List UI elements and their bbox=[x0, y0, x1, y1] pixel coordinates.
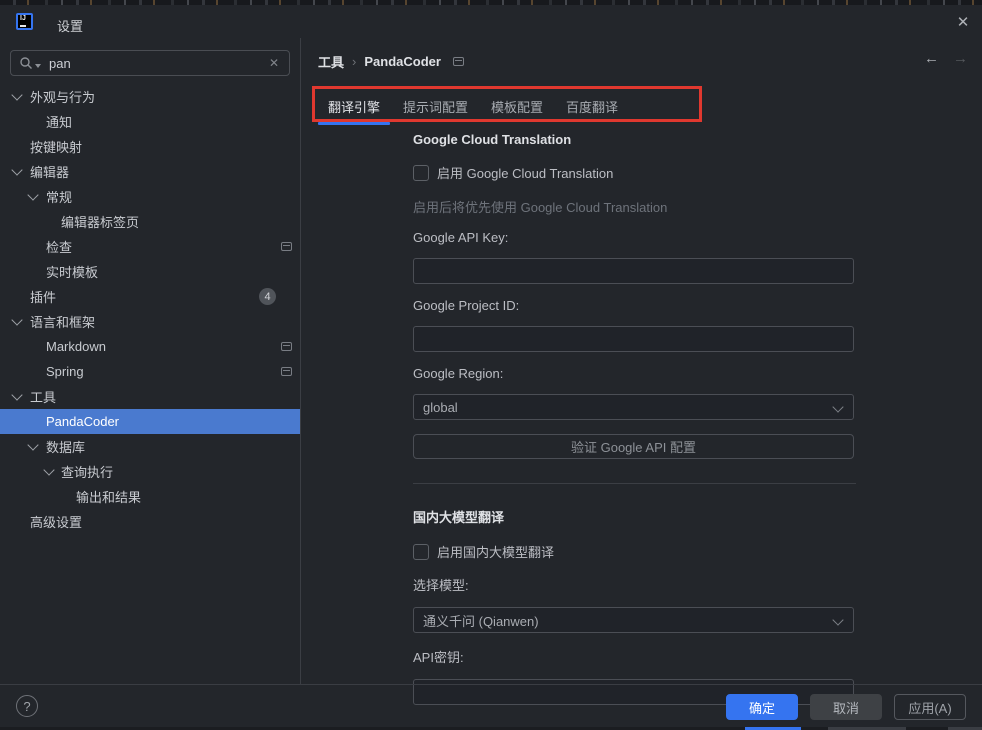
google-section-header: Google Cloud Translation bbox=[413, 132, 572, 147]
google-project-id-input[interactable] bbox=[413, 326, 854, 352]
tab-template-config[interactable]: 模板配置 bbox=[481, 90, 553, 122]
apply-button[interactable]: 应用(A) bbox=[894, 694, 966, 720]
chevron-down-icon bbox=[11, 88, 23, 101]
sidebar-item-tools[interactable]: 工具 bbox=[0, 384, 300, 409]
sidebar-item-editor-tabs[interactable]: 编辑器标签页 bbox=[0, 209, 300, 234]
chevron-down-icon bbox=[11, 388, 23, 401]
dialog-title: 设置 bbox=[57, 19, 84, 34]
close-icon[interactable]: ✕ bbox=[954, 14, 972, 32]
sidebar-item-keymap[interactable]: 按键映射 bbox=[0, 134, 300, 159]
translation-engine-form: Google Cloud Translation 启用 Google Cloud… bbox=[413, 125, 856, 705]
ok-button[interactable]: 确定 bbox=[726, 694, 798, 720]
sidebar-item-languages-frameworks[interactable]: 语言和框架 bbox=[0, 309, 300, 334]
title-bar: 设置 ✕ bbox=[0, 5, 982, 38]
google-region-select[interactable]: global bbox=[413, 394, 854, 420]
sidebar-item-advanced-settings[interactable]: 高级设置 bbox=[0, 509, 300, 534]
chevron-down-icon bbox=[27, 438, 39, 451]
intellij-logo-icon bbox=[16, 13, 33, 30]
window-icon bbox=[281, 342, 292, 351]
settings-dialog: 设置 ✕ pan ✕ 外观与行为 通知 按键映射 编辑器 常规 编辑器标签页 检… bbox=[0, 0, 982, 730]
enable-google-translation-checkbox[interactable]: 启用 Google Cloud Translation bbox=[413, 163, 854, 182]
help-icon[interactable]: ? bbox=[16, 695, 38, 717]
window-icon bbox=[281, 367, 292, 376]
window-icon bbox=[281, 242, 292, 251]
plugins-count-badge: 4 bbox=[259, 288, 276, 305]
settings-tree: 外观与行为 通知 按键映射 编辑器 常规 编辑器标签页 检查 实时模板 插件 4 … bbox=[0, 84, 300, 534]
breadcrumb: 工具 › PandaCoder bbox=[318, 52, 472, 71]
sidebar-item-query-execution[interactable]: 查询执行 bbox=[0, 459, 300, 484]
tab-baidu-translate[interactable]: 百度翻译 bbox=[556, 90, 628, 122]
search-input[interactable]: pan ✕ bbox=[10, 50, 290, 76]
google-project-id-label: Google Project ID: bbox=[413, 298, 520, 313]
history-nav: ← → bbox=[924, 50, 968, 67]
api-secret-label: API密钥: bbox=[413, 650, 464, 665]
sidebar-item-inspections[interactable]: 检查 bbox=[0, 234, 300, 259]
google-region-label: Google Region: bbox=[413, 366, 504, 381]
active-tab-underline bbox=[318, 122, 390, 125]
sidebar-item-notifications[interactable]: 通知 bbox=[0, 109, 300, 134]
google-api-key-input[interactable] bbox=[413, 258, 854, 284]
settings-sidebar: pan ✕ 外观与行为 通知 按键映射 编辑器 常规 编辑器标签页 检查 实时模… bbox=[0, 38, 300, 684]
breadcrumb-separator: › bbox=[352, 54, 357, 69]
breadcrumb-pandacoder: PandaCoder bbox=[364, 54, 441, 69]
sidebar-item-spring[interactable]: Spring bbox=[0, 359, 300, 384]
chevron-down-icon bbox=[27, 188, 39, 201]
chevron-down-icon bbox=[832, 614, 844, 626]
sidebar-item-general[interactable]: 常规 bbox=[0, 184, 300, 209]
checkbox-icon[interactable] bbox=[413, 164, 429, 181]
sidebar-item-live-templates[interactable]: 实时模板 bbox=[0, 259, 300, 284]
chevron-down-icon bbox=[43, 463, 55, 476]
back-arrow-icon[interactable]: ← bbox=[924, 50, 939, 67]
clear-search-icon[interactable]: ✕ bbox=[267, 56, 281, 70]
breadcrumb-tools[interactable]: 工具 bbox=[318, 52, 344, 71]
validate-google-api-button[interactable]: 验证 Google API 配置 bbox=[413, 434, 854, 459]
search-icon bbox=[20, 57, 32, 69]
forward-arrow-icon: → bbox=[953, 50, 968, 67]
tab-prompt-config[interactable]: 提示词配置 bbox=[393, 90, 478, 122]
dialog-footer: ? 确定 取消 应用(A) bbox=[0, 684, 982, 728]
sidebar-item-pandacoder[interactable]: PandaCoder bbox=[0, 409, 300, 434]
tab-translation-engine[interactable]: 翻译引擎 bbox=[318, 90, 390, 122]
sidebar-item-plugins[interactable]: 插件 4 bbox=[0, 284, 300, 309]
footer-buttons: 确定 取消 应用(A) bbox=[726, 694, 966, 720]
sidebar-item-database[interactable]: 数据库 bbox=[0, 434, 300, 459]
sidebar-item-output-results[interactable]: 输出和结果 bbox=[0, 484, 300, 509]
enable-domestic-model-checkbox[interactable]: 启用国内大模型翻译 bbox=[413, 542, 854, 561]
settings-main-panel: 工具 › PandaCoder ← → 翻译引擎 提示词配置 模板配置 百度翻译… bbox=[301, 38, 982, 705]
checkbox-icon[interactable] bbox=[413, 543, 429, 560]
pandacoder-tabs: 翻译引擎 提示词配置 模板配置 百度翻译 bbox=[318, 90, 631, 122]
chevron-down-icon bbox=[832, 401, 844, 413]
chevron-down-icon bbox=[11, 313, 23, 326]
section-divider bbox=[413, 483, 856, 484]
sidebar-item-appearance[interactable]: 外观与行为 bbox=[0, 84, 300, 109]
model-select[interactable]: 通义千问 (Qianwen) bbox=[413, 607, 854, 633]
sidebar-item-markdown[interactable]: Markdown bbox=[0, 334, 300, 359]
cancel-button[interactable]: 取消 bbox=[810, 694, 882, 720]
model-select-label: 选择模型: bbox=[413, 578, 469, 593]
search-query-text: pan bbox=[49, 55, 71, 71]
google-hint-text: 启用后将优先使用 Google Cloud Translation bbox=[413, 200, 668, 215]
google-api-key-label: Google API Key: bbox=[413, 230, 509, 245]
chevron-down-icon bbox=[11, 163, 23, 176]
sidebar-item-editor[interactable]: 编辑器 bbox=[0, 159, 300, 184]
search-filter-chevron-icon bbox=[35, 63, 41, 68]
window-icon bbox=[452, 57, 464, 66]
domestic-section-header: 国内大模型翻译 bbox=[413, 510, 505, 525]
